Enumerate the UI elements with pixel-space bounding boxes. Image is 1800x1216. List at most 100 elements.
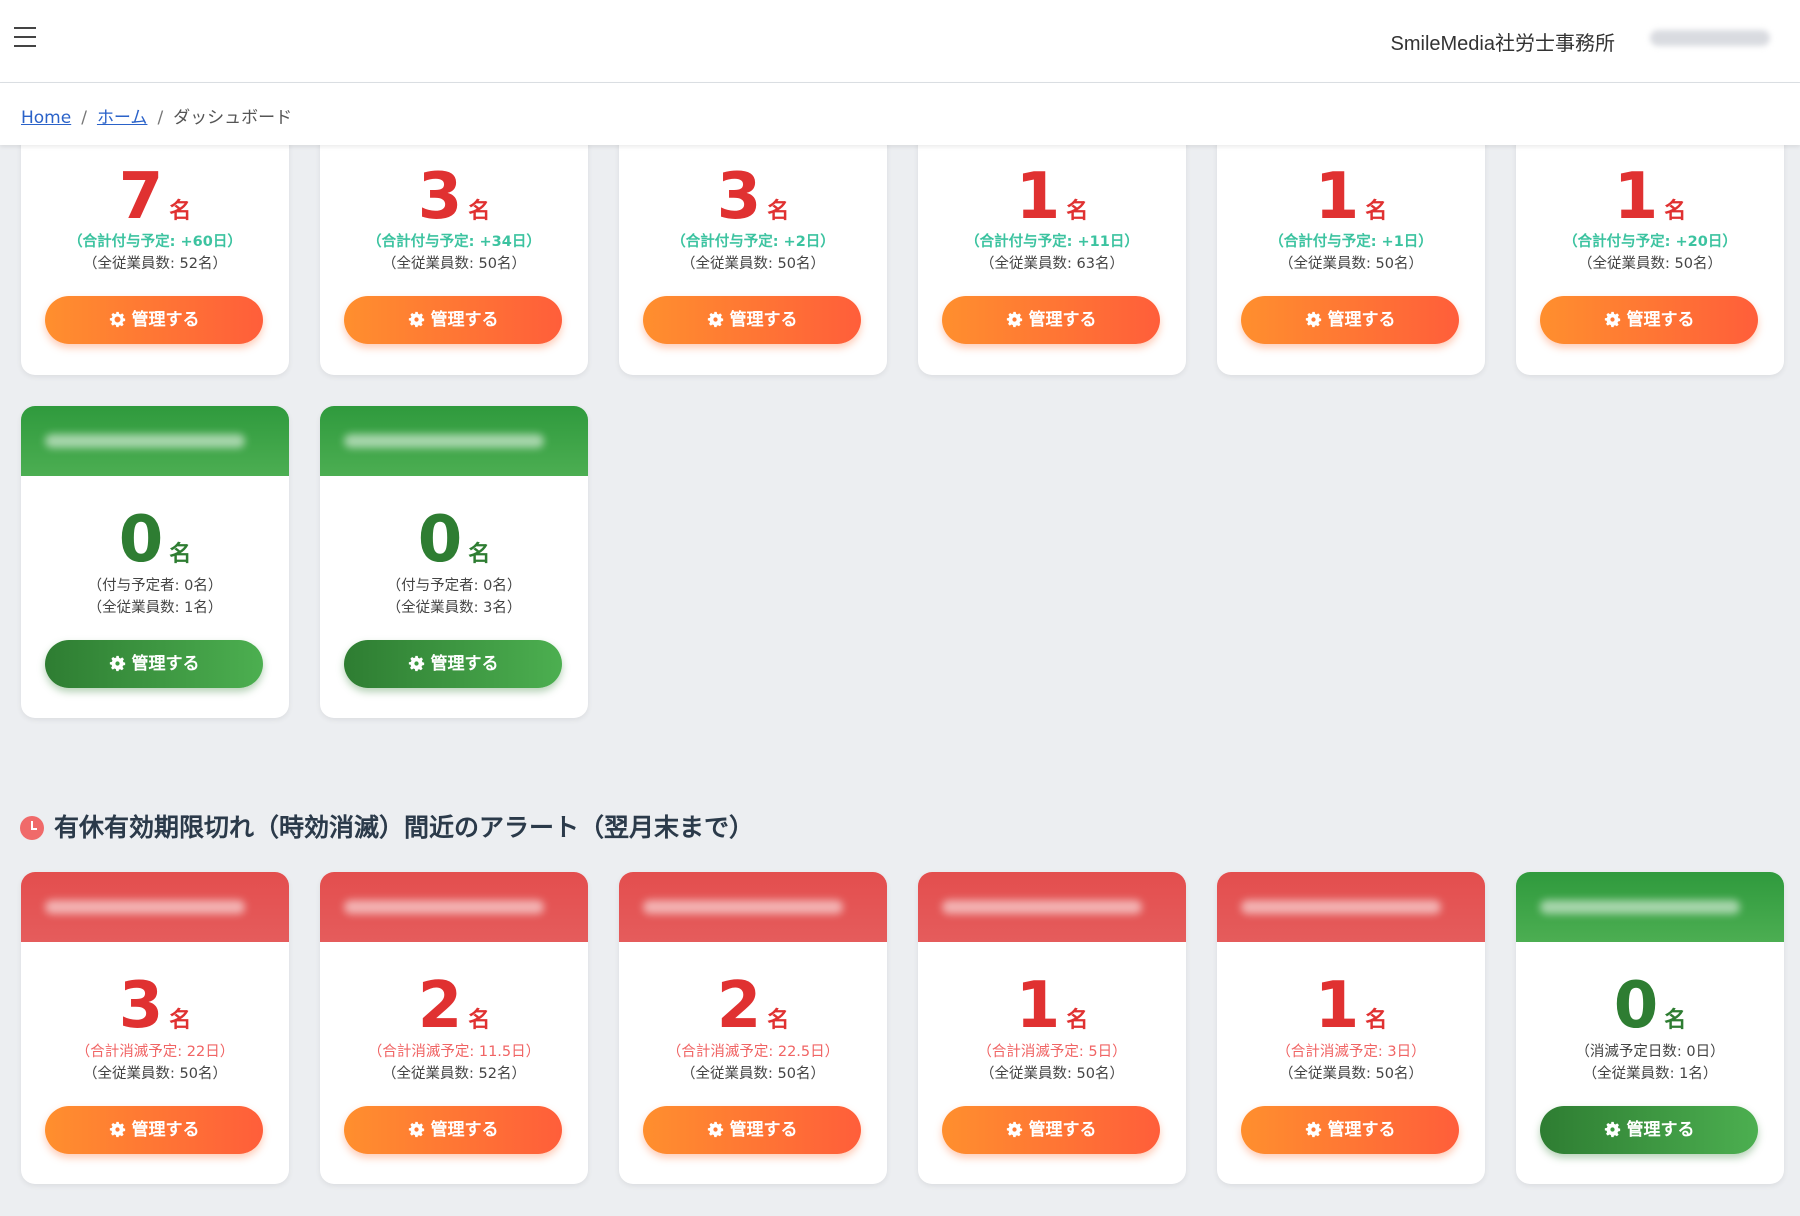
manage-label: 管理する xyxy=(1327,1120,1396,1140)
menu-icon[interactable] xyxy=(14,27,38,49)
breadcrumb-home-link[interactable]: Home xyxy=(21,108,71,128)
manage-label: 管理する xyxy=(729,1120,798,1140)
manage-button[interactable]: 管理する xyxy=(1540,1106,1758,1154)
employee-count: 2 xyxy=(716,969,762,1043)
expiry-days-total: （合計消滅予定: 22.5日） xyxy=(666,1044,840,1060)
gear-icon xyxy=(109,311,125,328)
manage-button[interactable]: 管理する xyxy=(344,640,562,688)
user-menu[interactable] xyxy=(1650,30,1770,46)
grant-days-total: （合計付与予定: +20日） xyxy=(1563,234,1737,250)
count-unit: 名 xyxy=(767,1008,790,1033)
count-unit: 名 xyxy=(468,1008,491,1033)
total-employees: （全従業員数: 50名） xyxy=(1279,1066,1423,1082)
expiry-section-title: 有休有効期限切れ（時効消滅）間近のアラート（翌月末まで） xyxy=(20,808,754,844)
count-unit: 名 xyxy=(1664,1008,1687,1033)
grant-planned-count: （付与予定者: 0名） xyxy=(87,578,223,594)
gear-icon xyxy=(1006,1121,1022,1138)
count-unit: 名 xyxy=(468,199,491,224)
manage-button[interactable]: 管理する xyxy=(643,296,861,344)
employee-count: 2 xyxy=(417,969,463,1043)
gear-icon xyxy=(408,1121,424,1138)
total-employees: （全従業員数: 52名） xyxy=(83,256,227,272)
grant-card: 0名 （付与予定者: 0名） （全従業員数: 3名） 管理する xyxy=(320,406,588,718)
total-employees: （全従業員数: 50名） xyxy=(980,1066,1124,1082)
manage-button[interactable]: 管理する xyxy=(942,1106,1160,1154)
company-name-redacted xyxy=(1241,900,1441,914)
breadcrumb-current: ダッシュボード xyxy=(173,108,293,128)
manage-label: 管理する xyxy=(131,1120,200,1140)
manage-button[interactable]: 管理する xyxy=(45,296,263,344)
grant-days-total: （合計付与予定: +1日） xyxy=(1269,234,1433,250)
company-name-redacted xyxy=(344,434,544,448)
manage-button[interactable]: 管理する xyxy=(1540,296,1758,344)
count-unit: 名 xyxy=(1664,199,1687,224)
count-unit: 名 xyxy=(767,199,790,224)
count-unit: 名 xyxy=(169,199,192,224)
gear-icon xyxy=(408,311,424,328)
total-employees: （全従業員数: 52名） xyxy=(382,1066,526,1082)
breadcrumb-home-jp-link[interactable]: ホーム xyxy=(97,108,148,128)
total-employees: （全従業員数: 1名） xyxy=(87,600,223,616)
gear-icon xyxy=(1305,1121,1321,1138)
grant-days-total: （合計付与予定: +2日） xyxy=(671,234,835,250)
breadcrumb-separator: / xyxy=(81,108,87,128)
gear-icon xyxy=(1305,311,1321,328)
company-name-redacted xyxy=(45,900,245,914)
manage-button[interactable]: 管理する xyxy=(942,296,1160,344)
manage-button[interactable]: 管理する xyxy=(344,1106,562,1154)
manage-button[interactable]: 管理する xyxy=(1241,296,1459,344)
expiry-title-text: 有休有効期限切れ（時効消滅）間近のアラート（翌月末まで） xyxy=(54,813,755,842)
manage-label: 管理する xyxy=(1626,1120,1695,1140)
gear-icon xyxy=(1604,311,1620,328)
employee-count: 7 xyxy=(118,160,164,234)
manage-button[interactable]: 管理する xyxy=(344,296,562,344)
count-unit: 名 xyxy=(1066,1008,1089,1033)
manage-button[interactable]: 管理する xyxy=(45,640,263,688)
company-header xyxy=(320,406,588,476)
manage-label: 管理する xyxy=(1327,310,1396,330)
count-unit: 名 xyxy=(1066,199,1089,224)
count-unit: 名 xyxy=(169,542,192,567)
expiry-days-total: （合計消滅予定: 3日） xyxy=(1276,1044,1426,1060)
manage-label: 管理する xyxy=(729,310,798,330)
manage-label: 管理する xyxy=(131,654,200,674)
employee-count: 0 xyxy=(118,503,164,577)
gear-icon xyxy=(1604,1121,1620,1138)
expiry-card: 3名 （合計消滅予定: 22日） （全従業員数: 50名） 管理する xyxy=(21,872,289,1184)
total-employees: （全従業員数: 3名） xyxy=(386,600,522,616)
total-employees: （全従業員数: 50名） xyxy=(681,256,825,272)
grant-card: 1名 （合計付与予定: +11日） （全従業員数: 63名） 管理する xyxy=(918,120,1186,375)
expiry-days-total: （合計消滅予定: 22日） xyxy=(75,1044,235,1060)
total-employees: （全従業員数: 50名） xyxy=(1279,256,1423,272)
company-name-redacted xyxy=(344,900,544,914)
grant-days-total: （合計付与予定: +60日） xyxy=(68,234,242,250)
grant-card: 1名 （合計付与予定: +20日） （全従業員数: 50名） 管理する xyxy=(1516,120,1784,375)
manage-label: 管理する xyxy=(430,310,499,330)
company-header xyxy=(619,872,887,942)
breadcrumb: Home / ホーム / ダッシュボード xyxy=(0,83,1800,145)
expiry-days-total: （合計消滅予定: 11.5日） xyxy=(367,1044,541,1060)
expiry-days-total: （合計消滅予定: 5日） xyxy=(977,1044,1127,1060)
total-employees: （全従業員数: 63名） xyxy=(980,256,1124,272)
grant-days-total: （合計付与予定: +34日） xyxy=(367,234,541,250)
gear-icon xyxy=(707,311,723,328)
total-employees: （全従業員数: 50名） xyxy=(681,1066,825,1082)
manage-button[interactable]: 管理する xyxy=(643,1106,861,1154)
top-header: SmileMedia社労士事務所 xyxy=(0,0,1800,83)
company-header xyxy=(21,406,289,476)
breadcrumb-separator: / xyxy=(157,108,164,128)
manage-button[interactable]: 管理する xyxy=(45,1106,263,1154)
employee-count: 0 xyxy=(417,503,463,577)
grant-planned-count: （付与予定者: 0名） xyxy=(386,578,522,594)
employee-count: 1 xyxy=(1015,160,1061,234)
office-name: SmileMedia社労士事務所 xyxy=(1390,33,1615,55)
grant-card: 3名 （合計付与予定: +2日） （全従業員数: 50名） 管理する xyxy=(619,120,887,375)
manage-button[interactable]: 管理する xyxy=(1241,1106,1459,1154)
expiry-card: 2名 （合計消滅予定: 11.5日） （全従業員数: 52名） 管理する xyxy=(320,872,588,1184)
company-header xyxy=(918,872,1186,942)
expiry-card: 1名 （合計消滅予定: 3日） （全従業員数: 50名） 管理する xyxy=(1217,872,1485,1184)
employee-count: 1 xyxy=(1015,969,1061,1043)
expiry-card: 2名 （合計消滅予定: 22.5日） （全従業員数: 50名） 管理する xyxy=(619,872,887,1184)
manage-label: 管理する xyxy=(131,310,200,330)
company-header xyxy=(320,872,588,942)
